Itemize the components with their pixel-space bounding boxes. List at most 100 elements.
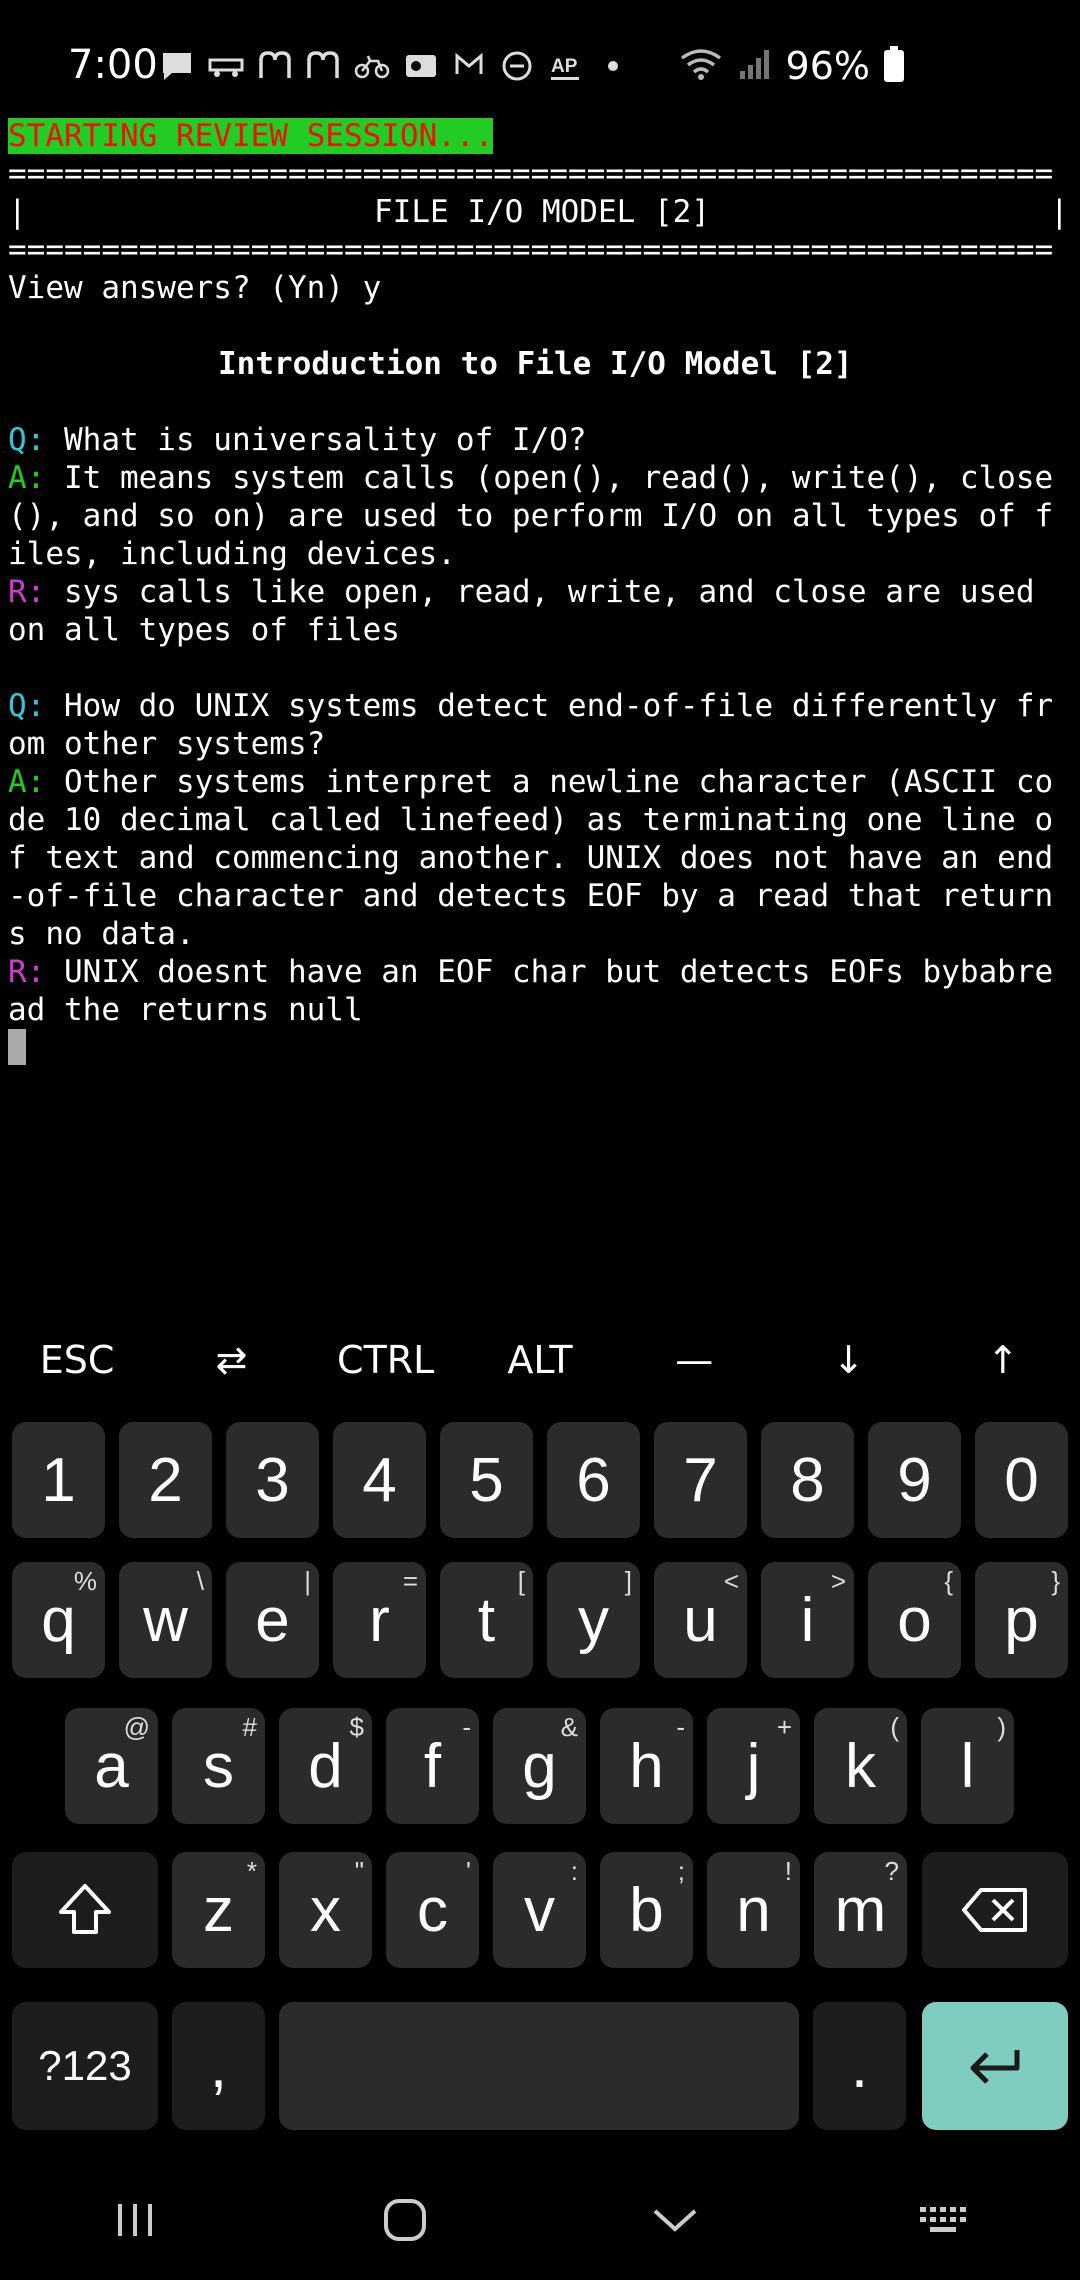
key-hint: $	[349, 1712, 364, 1742]
key-label: ,	[209, 2031, 228, 2101]
hide-keyboard-button[interactable]	[635, 2190, 715, 2250]
answer-text: de 10 decimal called linefeed) as termin…	[8, 802, 1054, 838]
key-label: 1	[41, 1445, 76, 1515]
question-tag: Q:	[8, 422, 46, 458]
key-hint: {	[944, 1566, 953, 1596]
key-q[interactable]: q%	[12, 1562, 105, 1678]
key-8[interactable]: 8	[761, 1422, 854, 1538]
answer-line: iles, including devices.	[8, 535, 1072, 573]
key-p[interactable]: p}	[975, 1562, 1068, 1678]
key-label: k	[845, 1731, 876, 1801]
key-w[interactable]: w \	[119, 1562, 212, 1678]
key-label: 3	[255, 1445, 290, 1515]
answer-line: f text and commencing another. UNIX does…	[8, 839, 1072, 877]
key-6[interactable]: 6	[547, 1422, 640, 1538]
key-z[interactable]: z *	[172, 1852, 265, 1968]
esc-key[interactable]: ESC	[0, 1320, 154, 1400]
key-label: c	[417, 1875, 448, 1945]
key-s[interactable]: s #	[172, 1708, 265, 1824]
bike-icon	[354, 50, 390, 84]
key-label: h	[629, 1731, 664, 1801]
key-hint: %	[73, 1566, 97, 1596]
key-u[interactable]: u <	[654, 1562, 747, 1678]
recents-button[interactable]	[95, 2190, 175, 2250]
key-v[interactable]: v:	[493, 1852, 586, 1968]
ctrl-key[interactable]: CTRL	[309, 1320, 463, 1400]
answer-text: s no data.	[8, 916, 195, 952]
key-x[interactable]: x "	[279, 1852, 372, 1968]
answer-line: de 10 decimal called linefeed) as termin…	[8, 801, 1072, 839]
key-hint: "	[354, 1856, 364, 1886]
key-l[interactable]: l)	[921, 1708, 1014, 1824]
comma-key[interactable]: ,	[172, 2002, 265, 2130]
period-key[interactable]: .	[813, 2002, 906, 2130]
key-r[interactable]: r =	[333, 1562, 426, 1678]
key-e[interactable]: e |	[226, 1562, 319, 1678]
key-f[interactable]: f-	[386, 1708, 479, 1824]
alt-key[interactable]: ALT	[463, 1320, 617, 1400]
key-label: 4	[362, 1445, 397, 1515]
key-o[interactable]: o{	[868, 1562, 961, 1678]
keyboard-switch-button[interactable]	[905, 2190, 985, 2250]
key-1[interactable]: 1	[12, 1422, 105, 1538]
key-label: f	[423, 1731, 442, 1801]
key-hint: :	[570, 1856, 578, 1886]
divider-rule: ========================================…	[8, 232, 1054, 268]
shift-key[interactable]	[12, 1852, 158, 1968]
symbols-key[interactable]: ?123	[12, 2002, 158, 2130]
enter-key[interactable]	[922, 2002, 1068, 2130]
question-tag: Q:	[8, 688, 46, 724]
key-hint: +	[776, 1712, 792, 1742]
terminal-output[interactable]: STARTING REVIEW SESSION... ==============…	[8, 117, 1072, 1317]
key-hint: \	[196, 1566, 204, 1596]
down-arrow-key[interactable]: ↓	[771, 1320, 925, 1400]
backspace-key[interactable]	[922, 1852, 1068, 1968]
gmail-icon	[452, 50, 486, 84]
response-line: R: UNIX doesnt have an EOF char but dete…	[8, 953, 1072, 991]
key-m[interactable]: m?	[814, 1852, 907, 1968]
question-line: om other systems?	[8, 725, 1072, 763]
key-b[interactable]: b;	[600, 1852, 693, 1968]
space-key[interactable]	[279, 2002, 799, 2130]
key-h[interactable]: h-	[600, 1708, 693, 1824]
key-5[interactable]: 5	[440, 1422, 533, 1538]
key-hint: ]	[624, 1566, 632, 1596]
status-bar: 7:00 AP 96%	[0, 0, 1080, 130]
outlook-icon	[404, 50, 438, 84]
answer-line: A: It means system calls (open(), read()…	[8, 459, 1072, 497]
key-hint: &	[560, 1712, 578, 1742]
key-2[interactable]: 2	[119, 1422, 212, 1538]
key-label: 9	[897, 1445, 932, 1515]
header-border-right: |	[1050, 194, 1069, 230]
answer-tag: A:	[8, 764, 46, 800]
response-line: on all types of files	[8, 611, 1072, 649]
key-j[interactable]: j +	[707, 1708, 800, 1824]
prompt-line: View answers? (Yn) y	[8, 269, 1072, 307]
dot-icon	[596, 50, 630, 84]
response-text: UNIX doesnt have an EOF char but detects…	[45, 954, 1054, 990]
key-y[interactable]: y]	[547, 1562, 640, 1678]
key-4[interactable]: 4	[333, 1422, 426, 1538]
key-3[interactable]: 3	[226, 1422, 319, 1538]
navigation-bar	[0, 2160, 1080, 2280]
dash-key[interactable]: —	[617, 1320, 771, 1400]
key-label: 7	[683, 1445, 718, 1515]
key-c[interactable]: c '	[386, 1852, 479, 1968]
up-arrow-key[interactable]: ↑	[926, 1320, 1080, 1400]
key-k[interactable]: k(	[814, 1708, 907, 1824]
key-t[interactable]: t[	[440, 1562, 533, 1678]
key-g[interactable]: g &	[493, 1708, 586, 1824]
key-0[interactable]: 0	[975, 1422, 1068, 1538]
key-label: ?123	[38, 2042, 132, 2089]
question-text: How do UNIX systems detect end-of-file d…	[45, 688, 1054, 724]
home-button[interactable]	[365, 2190, 445, 2250]
key-d[interactable]: d $	[279, 1708, 372, 1824]
key-i[interactable]: i >	[761, 1562, 854, 1678]
answer-line: -of-file character and detects EOF by a …	[8, 877, 1072, 915]
key-label: u	[683, 1585, 718, 1655]
key-9[interactable]: 9	[868, 1422, 961, 1538]
toggle-keyboard-key[interactable]: ⇄	[154, 1320, 308, 1400]
key-a[interactable]: a @	[65, 1708, 158, 1824]
key-7[interactable]: 7	[654, 1422, 747, 1538]
key-n[interactable]: n!	[707, 1852, 800, 1968]
